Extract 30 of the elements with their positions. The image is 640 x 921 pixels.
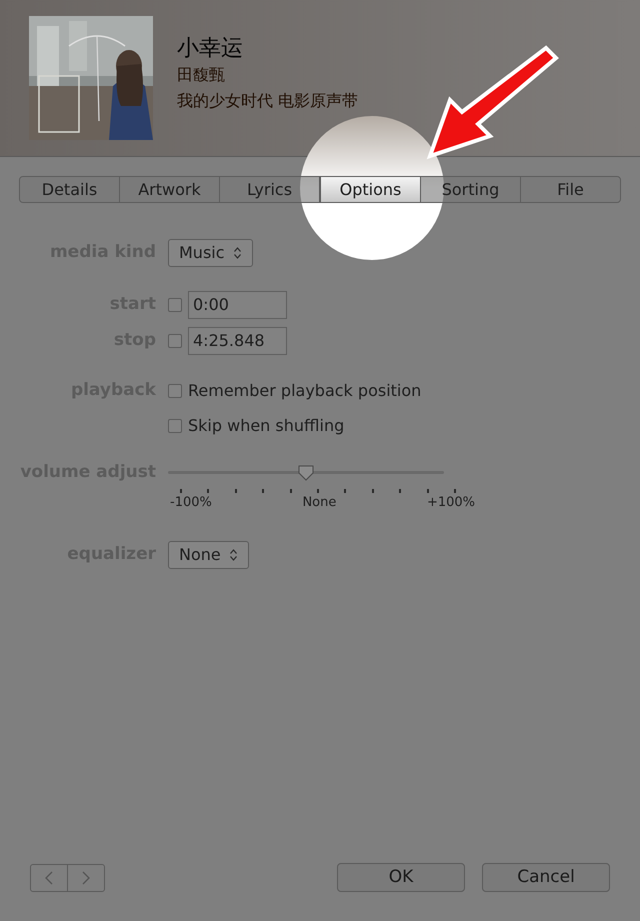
album-name: 我的少女时代 电影原声带 [177, 90, 358, 112]
tab[interactable]: Artwork [120, 177, 220, 202]
dialog-button[interactable]: Cancel [482, 863, 610, 892]
scale-label: -100% [170, 496, 212, 510]
tab[interactable]: Sorting [421, 177, 521, 202]
updown-icon [228, 548, 238, 562]
checkbox[interactable] [168, 384, 182, 398]
tab[interactable]: Options [320, 177, 421, 202]
checkbox-label: Remember playback position [188, 380, 422, 402]
chevron-left-icon [45, 870, 53, 884]
song-title: 小幸运 [177, 35, 244, 63]
scale-label: None [302, 496, 336, 510]
media-kind-select[interactable]: Music [168, 239, 253, 267]
time-field[interactable]: 4:25.848 [188, 327, 287, 355]
time-field[interactable]: 0:00 [188, 291, 287, 319]
updown-icon [232, 246, 242, 260]
slider-thumb[interactable] [297, 464, 315, 482]
chevron-right-icon [82, 870, 90, 884]
checkbox-label: Skip when shuffling [188, 415, 344, 437]
dialog-button[interactable]: OK [337, 863, 465, 892]
scale-label: +100% [426, 496, 475, 510]
tab[interactable]: Details [20, 177, 120, 202]
artist-name: 田馥甄 [177, 64, 226, 86]
tab[interactable]: Lyrics [220, 177, 320, 202]
checkbox[interactable] [168, 334, 182, 348]
tab[interactable]: File [521, 177, 620, 202]
volume-slider[interactable] [168, 464, 444, 482]
equalizer-select[interactable]: None [168, 541, 249, 569]
checkbox[interactable] [168, 419, 182, 433]
checkbox[interactable] [168, 298, 182, 312]
